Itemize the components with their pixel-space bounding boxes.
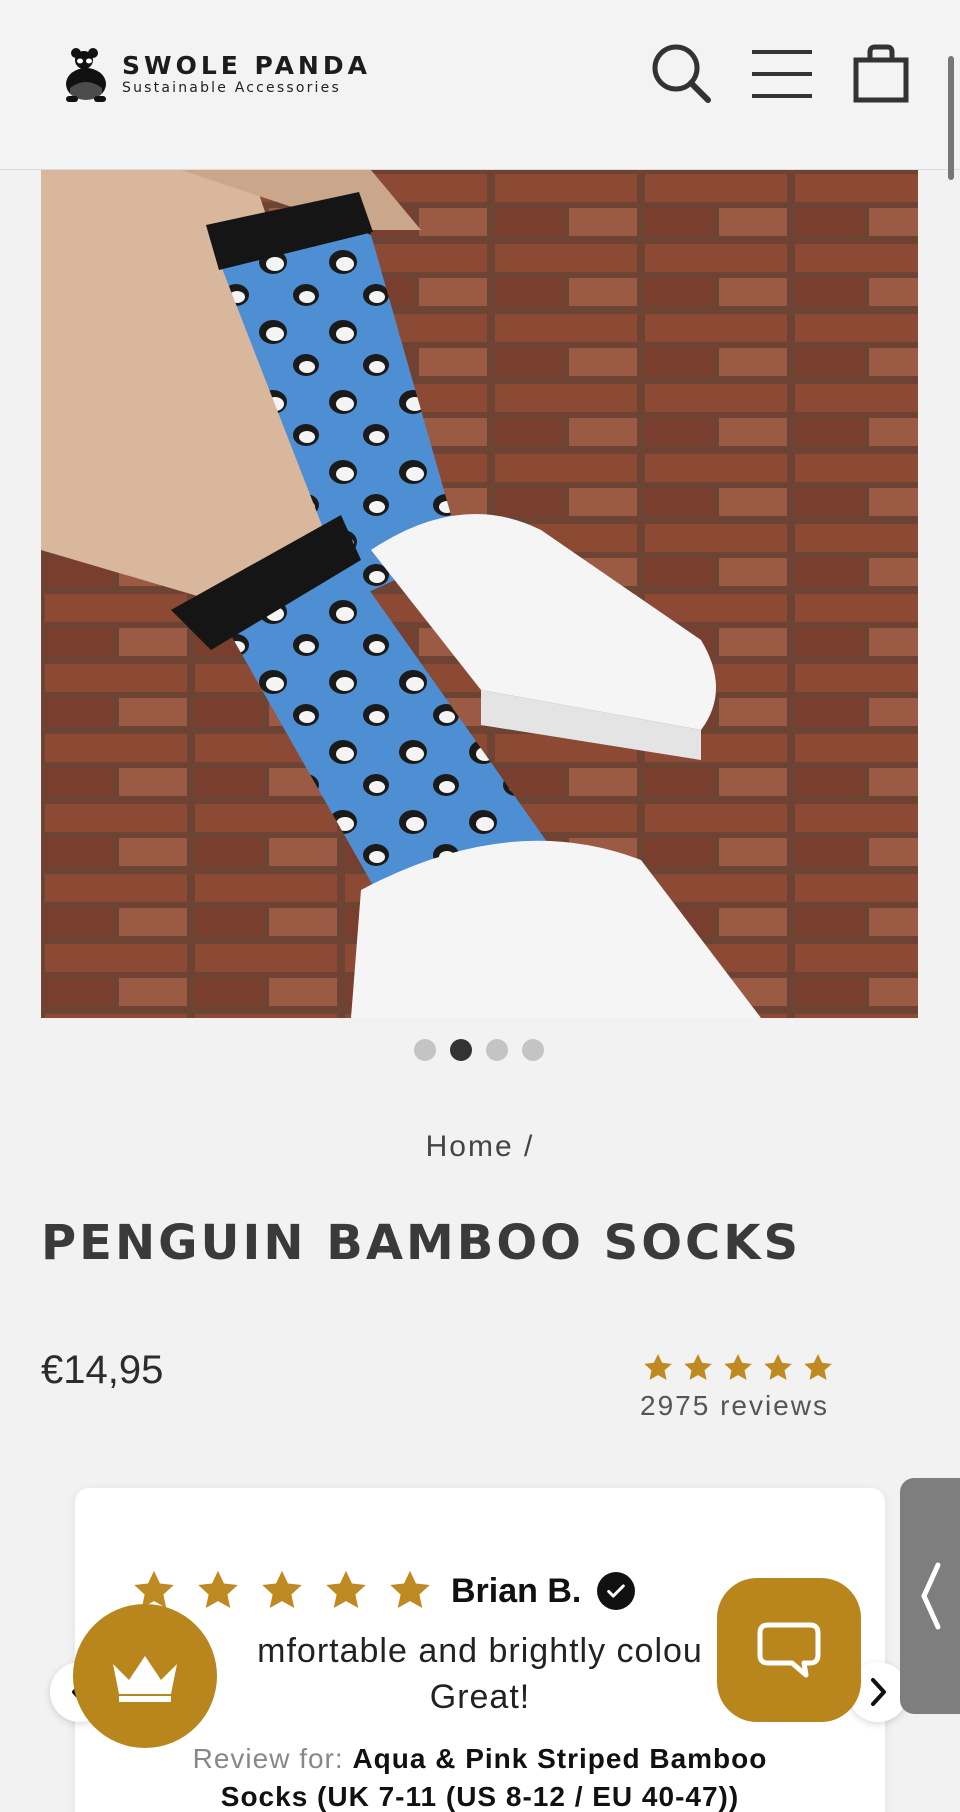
review-product-link[interactable]: Socks (UK 7-11 (US 8-12 / EU 40-47)): [221, 1781, 739, 1812]
verified-check-icon: [597, 1572, 636, 1610]
chat-bubble-icon: [757, 1622, 821, 1678]
review-product-link[interactable]: Aqua & Pink Striped Bamboo: [352, 1743, 767, 1774]
review-header: Brian B.: [131, 1568, 636, 1614]
gallery-dot[interactable]: [486, 1039, 508, 1061]
breadcrumb: Home /: [0, 1130, 960, 1164]
breadcrumb-home-link[interactable]: Home: [426, 1130, 514, 1163]
gallery-pagination: [414, 1039, 544, 1061]
product-rating[interactable]: 2975 reviews: [640, 1352, 840, 1422]
panda-logo-icon: [66, 48, 106, 102]
star-icon: [262, 1570, 302, 1609]
crown-icon: [113, 1656, 177, 1702]
brand-name: SWOLE PANDA: [122, 51, 371, 80]
star-icon: [198, 1570, 238, 1609]
site-header: SWOLE PANDA Sustainable Accessories: [0, 0, 960, 170]
star-icon: [644, 1354, 672, 1380]
product-price: €14,95: [41, 1348, 164, 1392]
reviewer-name: Brian B.: [451, 1571, 582, 1610]
gallery-dot-active[interactable]: [450, 1039, 472, 1061]
brand-logo[interactable]: SWOLE PANDA Sustainable Accessories: [60, 46, 371, 102]
star-icon: [804, 1354, 832, 1380]
review-product-reference: Review for: Aqua & Pink Striped Bamboo S…: [75, 1740, 885, 1812]
gallery-dot[interactable]: [522, 1039, 544, 1061]
chevron-left-icon: [921, 1562, 941, 1630]
chevron-right-icon: [871, 1678, 886, 1706]
breadcrumb-separator: /: [524, 1130, 535, 1163]
menu-icon[interactable]: [750, 48, 814, 100]
brand-tagline: Sustainable Accessories: [122, 80, 341, 96]
review-count[interactable]: 2975 reviews: [640, 1390, 840, 1422]
product-title: PENGUIN BAMBOO SOCKS: [41, 1215, 802, 1271]
product-image[interactable]: [41, 170, 918, 1018]
star-icon: [326, 1570, 366, 1609]
cart-icon[interactable]: [852, 44, 910, 104]
product-photo: [41, 170, 918, 1018]
review-stars: [131, 1568, 433, 1614]
page-scrollbar[interactable]: [948, 56, 954, 180]
star-icon: [390, 1570, 430, 1609]
star-icon: [764, 1354, 792, 1380]
star-icon: [684, 1354, 712, 1380]
rating-stars: [640, 1352, 840, 1384]
search-icon[interactable]: [650, 42, 712, 104]
chat-button[interactable]: [717, 1578, 861, 1722]
review-for-label: Review for:: [192, 1743, 344, 1774]
side-reviews-tab[interactable]: [900, 1478, 960, 1714]
gallery-dot[interactable]: [414, 1039, 436, 1061]
star-icon: [724, 1354, 752, 1380]
rewards-button[interactable]: [73, 1604, 217, 1748]
